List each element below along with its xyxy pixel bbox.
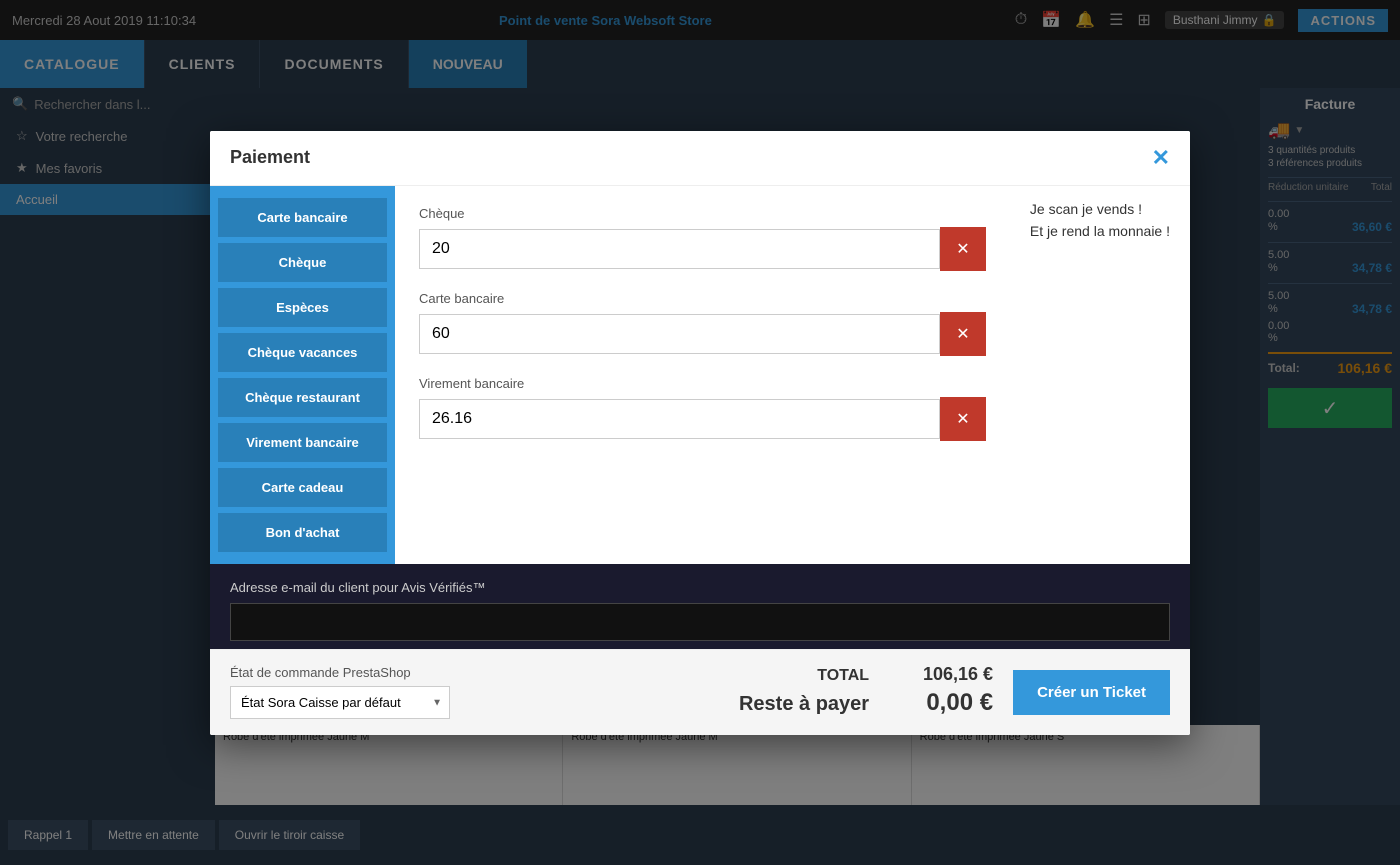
modal-title: Paiement [230, 147, 310, 168]
method-bon-achat[interactable]: Bon d'achat [218, 513, 387, 552]
payment-entry-carte-bancaire: Carte bancaire ✕ [419, 291, 986, 356]
method-cheque-restaurant[interactable]: Chèque restaurant [218, 378, 387, 417]
entry-cb-remove[interactable]: ✕ [940, 312, 986, 356]
footer-state-label: État de commande PrestaShop [230, 665, 450, 680]
entry-virement-label: Virement bancaire [419, 376, 986, 391]
total-label: TOTAL [817, 667, 869, 685]
payment-methods-panel: Carte bancaire Chèque Espèces Chèque vac… [210, 186, 395, 564]
email-label: Adresse e-mail du client pour Avis Vérif… [230, 580, 1170, 595]
entry-virement-row: ✕ [419, 397, 986, 441]
message-line1: Je scan je vends ! [1030, 198, 1170, 220]
entry-cheque-input[interactable] [419, 229, 940, 269]
email-input[interactable] [230, 603, 1170, 641]
email-section: Adresse e-mail du client pour Avis Vérif… [210, 564, 1190, 649]
modal-body: Carte bancaire Chèque Espèces Chèque vac… [210, 186, 1190, 564]
payment-modal: Paiement ✕ Carte bancaire Chèque Espèces… [210, 131, 1190, 735]
create-ticket-button[interactable]: Créer un Ticket [1013, 670, 1170, 715]
footer-total-row: TOTAL 106,16 € [739, 664, 993, 685]
entry-cheque-row: ✕ [419, 227, 986, 271]
payment-entry-cheque: Chèque ✕ [419, 206, 986, 271]
footer-reste-row: Reste à payer 0,00 € [739, 689, 993, 717]
modal-close-button[interactable]: ✕ [1152, 147, 1170, 169]
footer-right: TOTAL 106,16 € Reste à payer 0,00 € Crée… [739, 664, 1170, 721]
payment-entry-virement: Virement bancaire ✕ [419, 376, 986, 441]
entry-cheque-remove[interactable]: ✕ [940, 227, 986, 271]
method-cheque[interactable]: Chèque [218, 243, 387, 282]
payment-details: Chèque ✕ Carte bancaire ✕ Virement banca… [395, 186, 1010, 564]
method-especes[interactable]: Espèces [218, 288, 387, 327]
modal-header: Paiement ✕ [210, 131, 1190, 186]
method-carte-bancaire[interactable]: Carte bancaire [218, 198, 387, 237]
entry-virement-remove[interactable]: ✕ [940, 397, 986, 441]
reste-label: Reste à payer [739, 693, 869, 716]
method-virement-bancaire[interactable]: Virement bancaire [218, 423, 387, 462]
entry-cb-input[interactable] [419, 314, 940, 354]
footer-state-area: État de commande PrestaShop État Sora Ca… [230, 665, 450, 719]
footer-totals: TOTAL 106,16 € Reste à payer 0,00 € [739, 664, 993, 721]
method-carte-cadeau[interactable]: Carte cadeau [218, 468, 387, 507]
reste-value: 0,00 € [893, 689, 993, 717]
modal-footer: État de commande PrestaShop État Sora Ca… [210, 649, 1190, 735]
entry-cheque-label: Chèque [419, 206, 986, 221]
footer-select-wrap: État Sora Caisse par défaut [230, 686, 450, 719]
total-value: 106,16 € [893, 664, 993, 685]
message-line2: Et je rend la monnaie ! [1030, 220, 1170, 242]
entry-virement-input[interactable] [419, 399, 940, 439]
entry-cb-row: ✕ [419, 312, 986, 356]
footer-state-select[interactable]: État Sora Caisse par défaut [230, 686, 450, 719]
method-cheque-vacances[interactable]: Chèque vacances [218, 333, 387, 372]
message-box: Je scan je vends ! Et je rend la monnaie… [1010, 186, 1190, 564]
entry-cb-label: Carte bancaire [419, 291, 986, 306]
